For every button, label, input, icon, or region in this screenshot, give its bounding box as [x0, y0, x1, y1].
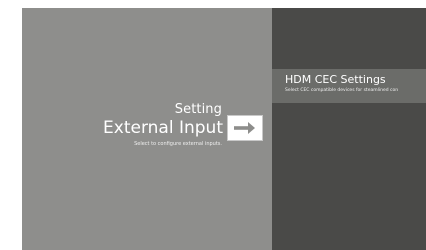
setting-section-label: Setting: [174, 102, 222, 117]
external-input-next-button[interactable]: [227, 115, 263, 141]
left-settings-panel: Setting External Input Select to configu…: [22, 8, 272, 250]
right-settings-panel: HDM CEC Settings Select CEC compatible d…: [272, 8, 426, 250]
external-input-description: Select to configure external inputs.: [134, 141, 222, 147]
hdmi-cec-settings-item[interactable]: HDM CEC Settings Select CEC compatible d…: [272, 69, 426, 103]
arrow-right-icon: [234, 122, 255, 134]
hdmi-cec-settings-description: Select CEC compatible devices for steaml…: [285, 88, 399, 93]
hdmi-cec-settings-title: HDM CEC Settings: [285, 73, 386, 86]
tv-settings-screen: Setting External Input Select to configu…: [22, 8, 426, 250]
external-input-title[interactable]: External Input: [103, 118, 223, 138]
